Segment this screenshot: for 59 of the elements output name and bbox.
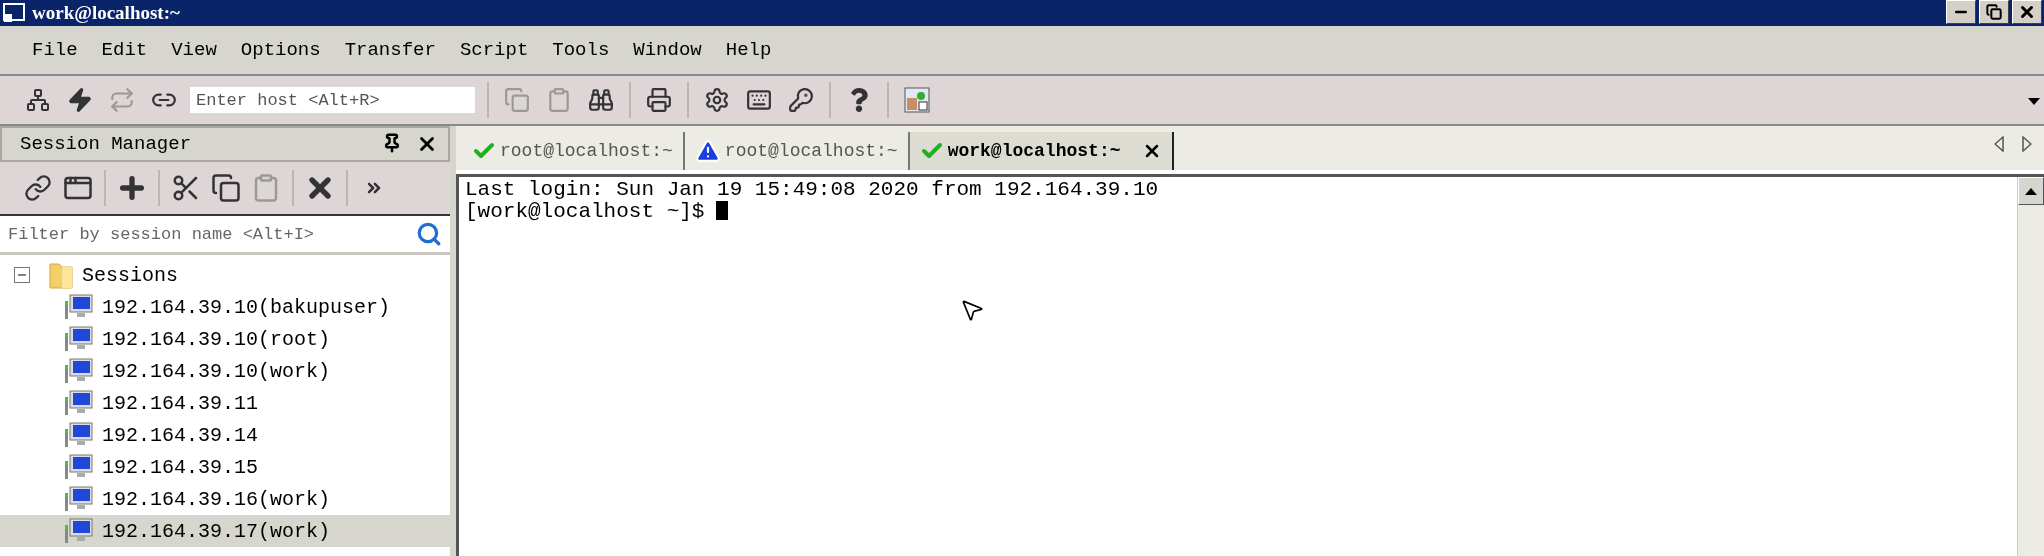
search-icon[interactable] [416,221,442,247]
session-tab[interactable]: root@localhost:~ [462,132,685,170]
close-icon [2018,3,2036,21]
minimize-button[interactable] [1946,0,1976,24]
close-button[interactable] [2012,0,2042,24]
menu-item[interactable]: Tools [540,39,622,61]
session-label: 192.164.39.15 [102,455,259,479]
menu-item[interactable]: Transfer [332,39,448,61]
dropdown-icon[interactable] [2028,98,2040,106]
scroll-up-icon[interactable] [2025,187,2037,195]
host-field[interactable]: Enter host <Alt+R> [190,87,475,113]
session-item[interactable]: 192.164.39.10(root) [0,323,450,355]
terminal-line: [work@localhost ~]$ [465,201,2011,223]
session-item[interactable]: 192.164.39.17(work) [0,515,450,547]
computer-icon [64,293,94,321]
computer-icon [64,389,94,417]
menu-item[interactable]: Help [713,39,784,61]
pin-icon[interactable] [382,133,402,153]
session-item[interactable]: 192.164.39.11 [0,387,450,419]
link-icon[interactable] [22,172,54,204]
session-label: 192.164.39.10(root) [102,327,331,351]
copy-icon[interactable] [210,172,242,204]
menu-item[interactable]: View [159,39,229,61]
session-label: 192.164.39.17(work) [102,519,331,543]
menu-item[interactable]: File [20,39,90,61]
computer-icon [64,357,94,385]
menu-item[interactable]: Edit [89,39,160,61]
session-tab[interactable]: work@localhost:~ [909,132,1175,170]
menu-item[interactable]: Options [228,39,333,61]
panel-title: Session Manager [20,133,192,155]
restore-button[interactable] [1979,0,2009,24]
menu-item[interactable]: Script [447,39,541,61]
session-label: 192.164.39.11 [102,391,259,415]
computer-icon [64,485,94,513]
filter-field[interactable]: Filter by session name <Alt+I> [0,216,450,255]
collapse-toggle[interactable] [14,267,30,283]
session-item[interactable]: 192.164.39.15 [0,451,450,483]
session-tab[interactable]: root@localhost:~ [684,132,910,170]
session-item[interactable]: 192.164.39.10(work) [0,355,450,387]
computer-icon [64,325,94,353]
scrollbar[interactable] [2017,177,2044,556]
session-label: 192.164.39.16(work) [102,487,331,511]
scroll-left-icon[interactable] [1994,136,2004,152]
computer-icon [64,453,94,481]
session-item[interactable]: 192.164.39.16(work) [0,483,450,515]
session-item[interactable]: 192.164.39.14 [0,419,450,451]
folder-label: Sessions [82,263,178,287]
terminal-line: Last login: Sun Jan 19 15:49:08 2020 from 192.164.39.10 [465,179,1160,201]
restore-icon [1986,4,2002,20]
session-label: 192.164.39.10(bakupuser) [102,295,391,319]
folder-icon [48,260,74,290]
session-label: 192.164.39.14 [102,423,259,447]
menu-item[interactable]: Window [621,39,714,61]
window-title: work@localhost:~ [32,2,180,24]
computer-icon [64,517,94,545]
scroll-right-icon[interactable] [2022,136,2032,152]
session-label: 192.164.39.10(work) [102,359,331,383]
session-item[interactable]: 192.164.39.10(bakupuser) [0,291,450,323]
computer-icon [64,421,94,449]
